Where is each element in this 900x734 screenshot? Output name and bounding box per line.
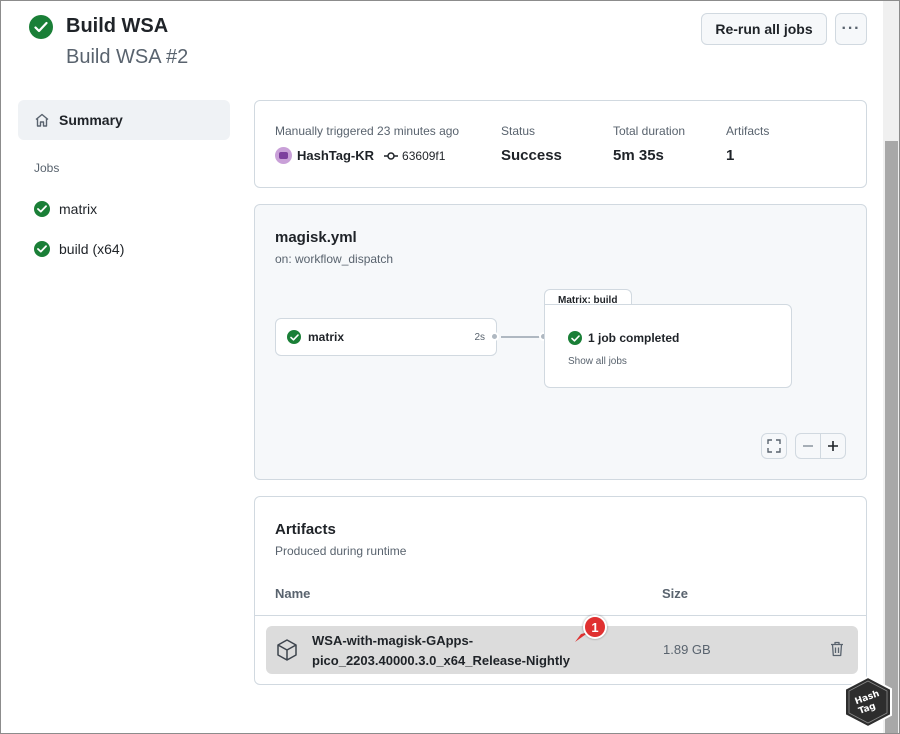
workflow-trigger: on: workflow_dispatch (275, 252, 394, 266)
duration-value: 5m 35s (613, 147, 664, 164)
graph-job-name: matrix (308, 330, 345, 344)
more-options-button[interactable]: ··· (835, 13, 867, 45)
actor-link[interactable]: HashTag-KR (297, 148, 374, 163)
workflow-title: Build WSA (66, 15, 169, 37)
divider (255, 615, 866, 616)
run-success-icon (29, 15, 53, 39)
trigger-text: Manually triggered 23 minutes ago (275, 124, 460, 138)
artifact-size: 1.89 GB (663, 642, 711, 657)
show-all-jobs-link[interactable]: Show all jobs (568, 356, 627, 367)
jobs-heading: Jobs (34, 161, 60, 175)
matrix-status-row: 1 job completed (568, 331, 679, 345)
check-circle-icon (568, 331, 582, 345)
sidebar-item-build-x64[interactable]: build (x64) (34, 241, 124, 257)
window-frame: Build WSA Build WSA #2 Re-run all jobs ·… (0, 0, 900, 734)
graph-connector-line (501, 336, 544, 338)
kebab-icon: ··· (841, 20, 861, 37)
column-header-size: Size (662, 586, 689, 601)
sidebar-job-label: build (x64) (59, 241, 125, 257)
fullscreen-button[interactable] (761, 433, 787, 459)
run-name: Build WSA #2 (66, 46, 189, 68)
check-circle-icon (34, 241, 50, 257)
graph-job-duration: 2s (474, 331, 485, 343)
trash-icon[interactable] (830, 641, 844, 657)
zoom-out-icon (803, 445, 813, 447)
fullscreen-icon (767, 439, 781, 453)
graph-job-matrix[interactable]: matrix 2s (275, 318, 497, 356)
artifacts-count-label: Artifacts (726, 124, 770, 138)
artifacts-count-value[interactable]: 1 (726, 147, 734, 164)
artifacts-subtitle: Produced during runtime (275, 544, 407, 558)
check-circle-icon (34, 201, 50, 217)
matrix-group-box: 1 job completed Show all jobs (544, 304, 792, 388)
graph-connector-dot (490, 332, 499, 341)
sidebar-job-label: matrix (59, 201, 98, 217)
git-commit-icon (384, 151, 399, 161)
actor-row: HashTag-KR 63609f1 (275, 147, 445, 164)
sidebar-item-summary[interactable]: Summary (18, 100, 230, 140)
zoom-out-button[interactable] (795, 433, 821, 459)
duration-label: Total duration (613, 124, 686, 138)
commit-sha-link[interactable]: 63609f1 (402, 149, 445, 163)
workflow-file-name: magisk.yml (275, 229, 357, 246)
artifact-download-link[interactable]: WSA-with-magisk-GApps-pico_2203.40000.3.… (312, 631, 612, 671)
package-icon (277, 639, 297, 661)
zoom-in-button[interactable] (820, 433, 846, 459)
status-label: Status (501, 124, 536, 138)
home-icon (35, 113, 49, 127)
scrollbar-thumb[interactable] (885, 141, 898, 733)
rerun-all-jobs-button[interactable]: Re-run all jobs (701, 13, 827, 45)
sidebar-item-matrix[interactable]: matrix (34, 201, 97, 217)
artifacts-title: Artifacts (275, 521, 336, 538)
run-summary-card: Manually triggered 23 minutes ago HashTa… (254, 100, 867, 188)
matrix-status-text: 1 job completed (588, 331, 680, 345)
avatar (275, 147, 292, 164)
check-circle-icon (287, 330, 301, 344)
status-value: Success (501, 147, 562, 164)
artifacts-card: Artifacts Produced during runtime Name S… (254, 496, 867, 685)
artifact-row[interactable]: WSA-with-magisk-GApps-pico_2203.40000.3.… (266, 626, 858, 674)
watermark-logo: Hash Tag (844, 675, 892, 729)
zoom-in-icon (828, 441, 838, 451)
workflow-graph-card: magisk.yml on: workflow_dispatch matrix … (254, 204, 867, 480)
sidebar-item-label: Summary (59, 112, 123, 128)
callout-badge: 1 (583, 615, 607, 639)
column-header-name: Name (275, 586, 311, 601)
